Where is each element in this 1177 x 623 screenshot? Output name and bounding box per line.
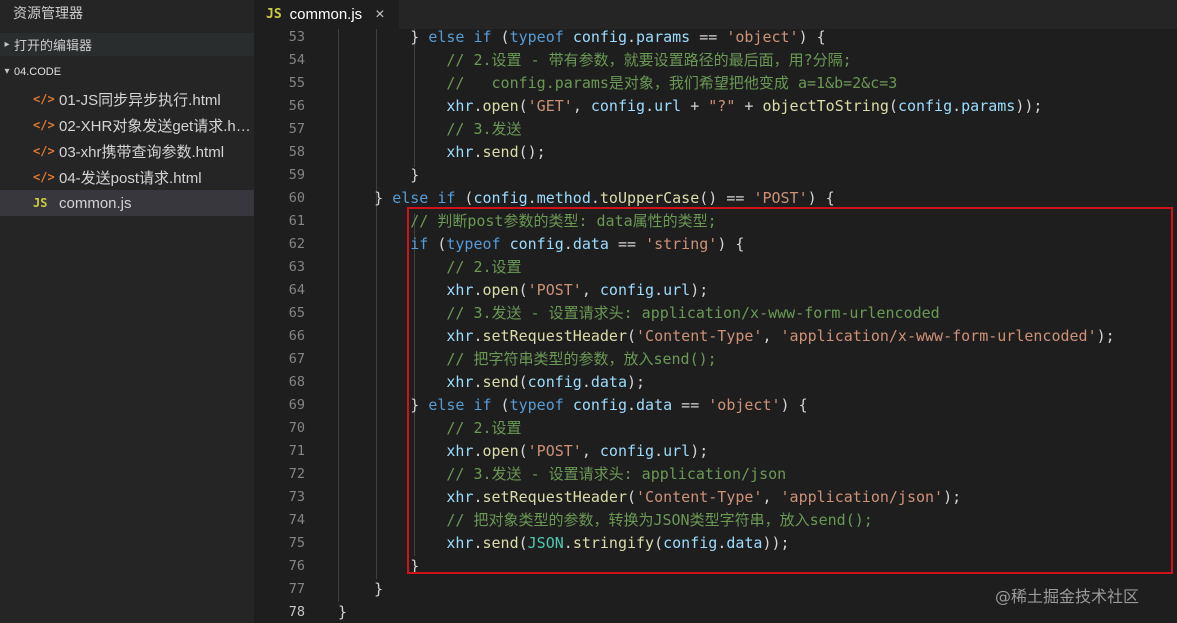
code-text: } [338, 580, 384, 598]
line-number: 59 [288, 167, 305, 183]
line-number: 57 [288, 121, 305, 137]
tab-common-js[interactable]: JS common.js × [254, 0, 399, 29]
explorer-sidebar: 资源管理器 ▸ 打开的编辑器 ▾ 04.CODE </> 01-JS同步异步执行… [0, 0, 254, 623]
watermark: @稀土掘金技术社区 [995, 587, 1140, 606]
line-number: 70 [288, 420, 305, 436]
open-editors-section[interactable]: ▸ 打开的编辑器 [0, 33, 254, 56]
line-number: 75 [288, 535, 305, 551]
line-number: 66 [288, 328, 305, 344]
html-file-icon: </> [33, 144, 55, 158]
line-number: 62 [288, 236, 305, 252]
folder-label: 04.CODE [14, 65, 62, 78]
line-number: 76 [288, 558, 305, 574]
file-name: common.js [59, 194, 132, 212]
line-number: 64 [288, 282, 305, 298]
explorer-title: 资源管理器 [13, 5, 83, 21]
code-line[interactable]: 53 } else if (typeof config.params == 'o… [254, 29, 1177, 49]
code-text: // 2.设置 - 带有参数，就要设置路径的最后面，用?分隔; [446, 51, 852, 69]
html-file-icon: </> [33, 170, 55, 184]
code-line[interactable]: 57 // 3.发送 [254, 118, 1177, 141]
folder-section[interactable]: ▾ 04.CODE [0, 60, 254, 83]
line-number: 58 [288, 144, 305, 160]
tab-bar: JS common.js × [254, 0, 1177, 29]
file-item[interactable]: </> 02-XHR对象发送get请求.html [0, 112, 254, 138]
line-number: 78 [288, 604, 305, 620]
code-editor[interactable]: 53 } else if (typeof config.params == 'o… [254, 29, 1177, 623]
tab-label: common.js [289, 6, 363, 23]
file-item[interactable]: </> 03-xhr携带查询参数.html [0, 138, 254, 164]
highlight-box [407, 207, 1173, 574]
code-text: // 3.发送 [446, 120, 522, 138]
line-number: 56 [288, 98, 305, 114]
line-number: 69 [288, 397, 305, 413]
code-line[interactable]: 55 // config.params是对象，我们希望把他变成 a=1&b=2&… [254, 72, 1177, 95]
code-text: } [338, 166, 420, 184]
code-text: xhr.send(); [446, 143, 546, 161]
line-number: 63 [288, 259, 305, 275]
line-number: 77 [288, 581, 305, 597]
line-number: 53 [288, 29, 305, 45]
code-text: // config.params是对象，我们希望把他变成 a=1&b=2&c=3 [446, 74, 898, 92]
code-text: } [338, 603, 348, 621]
js-file-icon: JS [33, 196, 48, 210]
code-text: xhr.open('GET', config.url + "?" + objec… [446, 97, 1043, 115]
open-editors-label: 打开的编辑器 [14, 38, 93, 53]
file-item[interactable]: </> 01-JS同步异步执行.html [0, 86, 254, 112]
code-text: } else if (typeof config.params == 'obje… [338, 29, 826, 46]
html-file-icon: </> [33, 118, 55, 132]
file-name: 02-XHR对象发送get请求.html [59, 117, 254, 135]
chevron-down-icon: ▾ [4, 66, 10, 77]
line-number: 60 [288, 190, 305, 206]
file-item[interactable]: </> 04-发送post请求.html [0, 164, 254, 190]
file-item-active[interactable]: JS common.js [0, 190, 254, 216]
code-line[interactable]: 58 xhr.send(); [254, 141, 1177, 164]
html-file-icon: </> [33, 92, 55, 106]
line-number: 61 [288, 213, 305, 229]
line-number: 74 [288, 512, 305, 528]
file-name: 04-发送post请求.html [59, 169, 202, 187]
line-number: 54 [288, 52, 305, 68]
line-number: 67 [288, 351, 305, 367]
line-number: 68 [288, 374, 305, 390]
code-line[interactable]: 59 } [254, 164, 1177, 187]
line-number: 73 [288, 489, 305, 505]
js-file-icon: JS [266, 7, 282, 22]
file-name: 01-JS同步异步执行.html [59, 91, 221, 109]
chevron-right-icon: ▸ [4, 39, 10, 50]
code-line[interactable]: 56 xhr.open('GET', config.url + "?" + ob… [254, 95, 1177, 118]
file-name: 03-xhr携带查询参数.html [59, 143, 225, 161]
line-number: 71 [288, 443, 305, 459]
line-number: 55 [288, 75, 305, 91]
code-line[interactable]: 54 // 2.设置 - 带有参数，就要设置路径的最后面，用?分隔; [254, 49, 1177, 72]
line-number: 72 [288, 466, 305, 482]
close-icon[interactable]: × [375, 6, 384, 24]
line-number: 65 [288, 305, 305, 321]
